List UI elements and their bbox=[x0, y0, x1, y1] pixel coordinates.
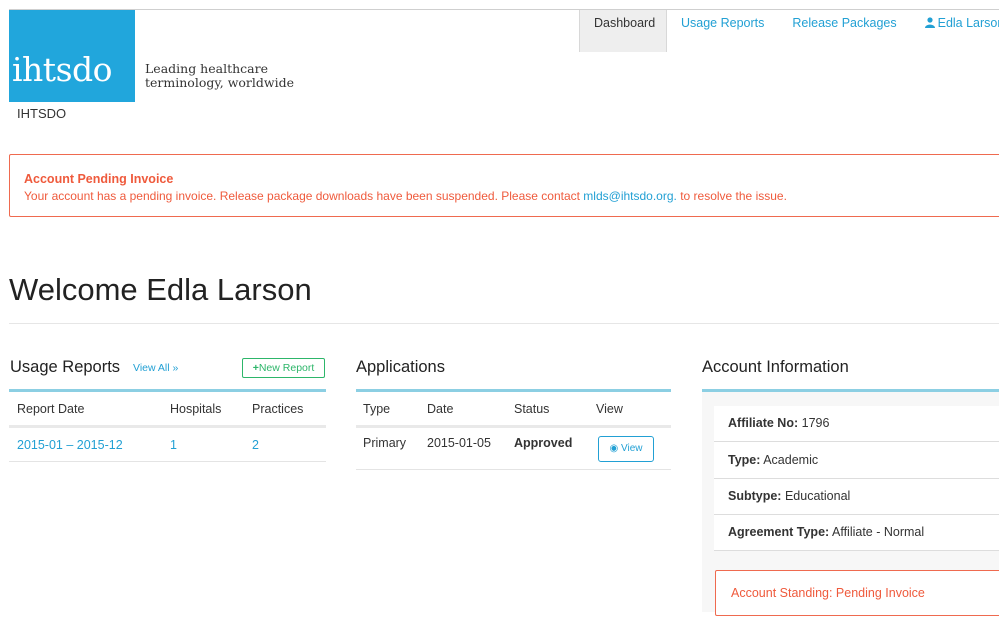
applications-row-rule bbox=[356, 469, 671, 470]
applications-title: Applications bbox=[356, 358, 445, 376]
ihtsdo-logo[interactable]: ihtsdo bbox=[9, 10, 135, 102]
agreement-value: Affiliate - Normal bbox=[831, 525, 925, 539]
user-icon bbox=[924, 11, 935, 37]
nav-user-name: Edla Larson bbox=[937, 16, 999, 30]
type-value: Academic bbox=[763, 453, 819, 467]
col-date: Date bbox=[427, 402, 454, 416]
new-report-button[interactable]: +New Report bbox=[242, 358, 325, 378]
account-subtype: Subtype: Educational bbox=[728, 489, 850, 503]
alert-message-tail: to resolve the issue. bbox=[676, 189, 787, 203]
usage-reports-accent-bar bbox=[9, 389, 326, 392]
agreement-type: Agreement Type: Affiliate - Normal bbox=[728, 525, 924, 539]
org-name: IHTSDO bbox=[17, 106, 67, 121]
pending-invoice-alert: Account Pending Invoice Your account has… bbox=[9, 154, 999, 217]
tagline-line-1: Leading healthcare bbox=[145, 61, 268, 76]
affiliate-label: Affiliate No: bbox=[728, 416, 799, 430]
usage-row-rule bbox=[9, 461, 326, 462]
account-type: Type: Academic bbox=[728, 453, 818, 467]
col-report-date: Report Date bbox=[17, 402, 85, 416]
col-practices: Practices bbox=[252, 402, 304, 416]
page-title: Welcome Edla Larson bbox=[9, 272, 312, 307]
application-type: Primary bbox=[363, 436, 407, 450]
alert-title: Account Pending Invoice bbox=[24, 172, 174, 186]
col-status: Status bbox=[514, 402, 550, 416]
report-date-link[interactable]: 2015-01 – 2015-12 bbox=[17, 438, 123, 452]
view-all-link[interactable]: View All » bbox=[133, 362, 178, 374]
subtype-label: Subtype: bbox=[728, 489, 782, 503]
account-info-title: Account Information bbox=[702, 358, 849, 376]
subtype-value: Educational bbox=[784, 489, 851, 503]
usage-reports-title: Usage Reports bbox=[10, 358, 121, 376]
application-status: Approved bbox=[514, 436, 573, 450]
type-label: Type: bbox=[728, 453, 761, 467]
applications-header-rule bbox=[356, 425, 671, 428]
alert-message: Your account has a pending invoice. Rele… bbox=[24, 189, 787, 203]
nav-dashboard[interactable]: Dashboard bbox=[579, 10, 667, 52]
view-application-button[interactable]: ◉ View bbox=[598, 436, 654, 462]
practices-count-link[interactable]: 2 bbox=[252, 438, 259, 452]
col-hospitals: Hospitals bbox=[170, 402, 222, 416]
account-row-rule bbox=[714, 441, 999, 442]
agreement-label: Agreement Type: bbox=[728, 525, 830, 539]
applications-accent-bar bbox=[356, 389, 671, 392]
account-standing-status: Account Standing: Pending Invoice bbox=[731, 586, 925, 600]
account-standing-box: Account Standing: Pending Invoice bbox=[715, 570, 999, 616]
account-row-rule bbox=[714, 514, 999, 515]
eye-icon: ◉ bbox=[609, 443, 619, 454]
hospitals-count-link[interactable]: 1 bbox=[170, 438, 177, 452]
nav-usage-reports[interactable]: Usage Reports bbox=[667, 10, 778, 52]
account-row-rule bbox=[714, 550, 999, 551]
account-row-rule bbox=[714, 478, 999, 479]
new-report-label: New Report bbox=[258, 362, 315, 374]
affiliate-value: 1796 bbox=[801, 416, 830, 430]
tagline-line-2: terminology, worldwide bbox=[145, 75, 294, 90]
view-button-label: View bbox=[621, 443, 643, 454]
col-type: Type bbox=[363, 402, 391, 416]
alert-message-text: Your account has a pending invoice. Rele… bbox=[24, 189, 584, 203]
logo-wordmark: ihtsdo bbox=[12, 50, 113, 89]
nav-user-menu[interactable]: Edla Larson bbox=[911, 10, 999, 52]
usage-header-rule bbox=[9, 425, 326, 428]
contact-email-link[interactable]: mlds@ihtsdo.org. bbox=[583, 189, 677, 203]
title-divider bbox=[9, 323, 999, 324]
logo-tagline: Leading healthcare terminology, worldwid… bbox=[145, 62, 294, 90]
nav-release-packages[interactable]: Release Packages bbox=[778, 10, 910, 52]
col-view: View bbox=[596, 402, 623, 416]
top-nav: Dashboard Usage Reports Release Packages… bbox=[579, 10, 999, 52]
application-date: 2015-01-05 bbox=[427, 436, 491, 450]
affiliate-number: Affiliate No: 1796 bbox=[728, 416, 829, 430]
